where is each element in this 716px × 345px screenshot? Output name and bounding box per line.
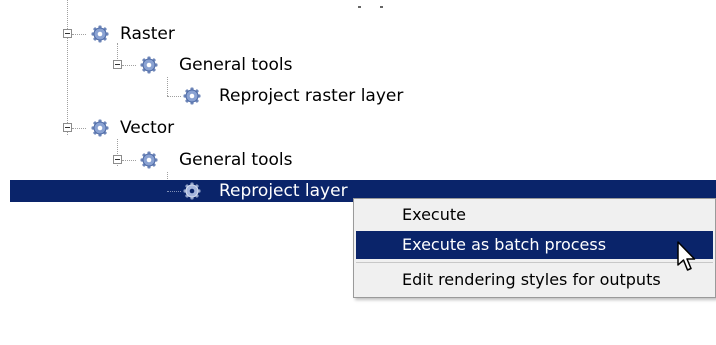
context-menu: Execute Execute as batch process Edit re…	[353, 198, 716, 298]
tree-connector-line	[167, 77, 168, 96]
menu-item-edit-rendering-styles[interactable]: Edit rendering styles for outputs	[356, 266, 713, 294]
gear-icon	[182, 86, 202, 106]
gear-icon	[90, 24, 110, 44]
tree-item-vector[interactable]: Vector	[120, 118, 174, 138]
truncated-text-mark	[380, 6, 383, 8]
tree-item-general-tools[interactable]: General tools	[179, 55, 292, 75]
tree-item-reproject-layer[interactable]: Reproject layer	[219, 181, 348, 201]
truncated-text-mark	[358, 6, 361, 8]
tree-connector-line	[72, 128, 86, 129]
tree-item-raster[interactable]: Raster	[120, 24, 175, 44]
tree-connector-line	[67, 0, 68, 135]
gear-icon	[90, 118, 110, 138]
tree-connector-line	[72, 34, 86, 35]
collapse-general-tools-toggle[interactable]	[113, 155, 122, 164]
tree-connector-line	[122, 160, 136, 161]
collapse-general-tools-toggle[interactable]	[113, 60, 122, 69]
menu-item-execute[interactable]: Execute	[356, 201, 713, 229]
menu-separator	[356, 262, 713, 263]
tree-connector-line	[167, 96, 181, 97]
tree-item-general-tools[interactable]: General tools	[179, 150, 292, 170]
tree-connector-line	[122, 65, 136, 66]
tree-item-reproject-raster-layer[interactable]: Reproject raster layer	[219, 86, 403, 106]
tree-connector-line	[167, 191, 181, 192]
collapse-raster-toggle[interactable]	[63, 29, 72, 38]
gear-icon	[139, 55, 159, 75]
collapse-vector-toggle[interactable]	[63, 123, 72, 132]
mouse-cursor-icon	[677, 241, 696, 271]
menu-item-execute-as-batch-process[interactable]: Execute as batch process	[356, 231, 713, 259]
gear-icon	[182, 181, 202, 201]
gear-icon	[139, 150, 159, 170]
